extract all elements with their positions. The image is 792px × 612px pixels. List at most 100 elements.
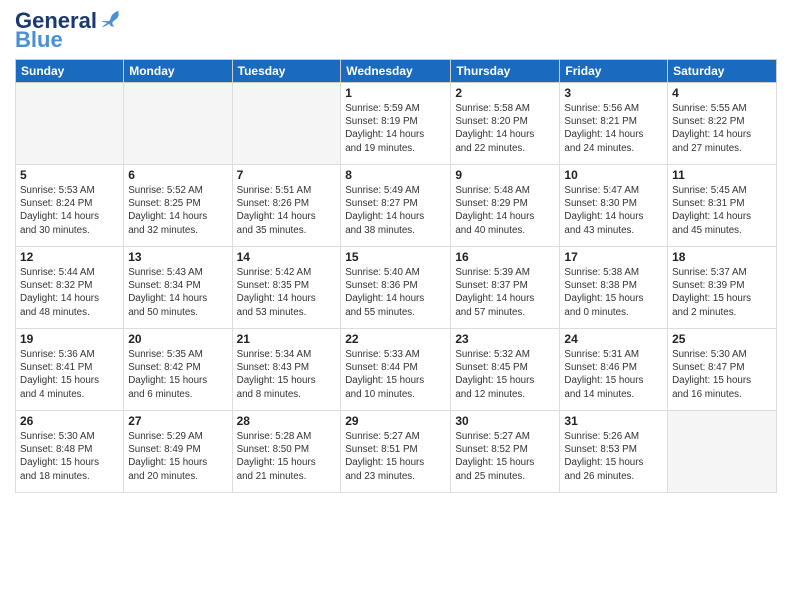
day-info: Sunrise: 5:43 AM Sunset: 8:34 PM Dayligh… <box>128 266 227 319</box>
table-row: 3 Sunrise: 5:56 AM Sunset: 8:21 PM Daylig… <box>560 83 668 165</box>
logo: General Blue <box>15 10 121 51</box>
day-number: 23 <box>455 332 555 346</box>
calendar-header-row: Sunday Monday Tuesday Wednesday Thursday… <box>16 60 777 83</box>
day-number: 2 <box>455 86 555 100</box>
day-info: Sunrise: 5:47 AM Sunset: 8:30 PM Dayligh… <box>564 184 663 237</box>
table-row: 12Sunrise: 5:44 AM Sunset: 8:32 PM Dayli… <box>16 247 124 329</box>
table-row: 15 Sunrise: 5:40 AM Sunset: 8:36 PM Dayli… <box>341 247 451 329</box>
calendar-week-row: 1 Sunrise: 5:59 AM Sunset: 8:19 PM Daylig… <box>16 83 777 165</box>
table-row: 2 Sunrise: 5:58 AM Sunset: 8:20 PM Daylig… <box>451 83 560 165</box>
day-number: 17 <box>564 250 663 264</box>
day-info: Sunrise: 5:38 AM Sunset: 8:38 PM Dayligh… <box>564 266 663 319</box>
day-info: Sunrise: 5:27 AM Sunset: 8:51 PM Dayligh… <box>345 430 446 483</box>
table-row: 19 Sunrise: 5:36 AM Sunset: 8:41 PM Dayli… <box>16 329 124 411</box>
table-row: 29 Sunrise: 5:27 AM Sunset: 8:51 PM Dayli… <box>341 411 451 493</box>
day-info: Sunrise: 5:49 AM Sunset: 8:27 PM Dayligh… <box>345 184 446 237</box>
day-number: 19 <box>20 332 119 346</box>
day-info: Sunrise: 5:36 AM Sunset: 8:41 PM Dayligh… <box>20 348 119 401</box>
col-friday: Friday <box>560 60 668 83</box>
table-row: 14Sunrise: 5:42 AM Sunset: 8:35 PM Dayli… <box>232 247 341 329</box>
day-number: 20 <box>128 332 227 346</box>
table-row: 17 Sunrise: 5:38 AM Sunset: 8:38 PM Dayli… <box>560 247 668 329</box>
page-container: General Blue Sunday Monday Tuesday Wedne… <box>0 0 792 498</box>
table-row <box>16 83 124 165</box>
calendar-table: Sunday Monday Tuesday Wednesday Thursday… <box>15 59 777 493</box>
day-info: Sunrise: 5:35 AM Sunset: 8:42 PM Dayligh… <box>128 348 227 401</box>
day-info: Sunrise: 5:30 AM Sunset: 8:47 PM Dayligh… <box>672 348 772 401</box>
day-number: 28 <box>237 414 337 428</box>
day-number: 9 <box>455 168 555 182</box>
col-wednesday: Wednesday <box>341 60 451 83</box>
day-number: 5 <box>20 168 119 182</box>
day-number: 15 <box>345 250 446 264</box>
day-info: Sunrise: 5:27 AM Sunset: 8:52 PM Dayligh… <box>455 430 555 483</box>
calendar-week-row: 19 Sunrise: 5:36 AM Sunset: 8:41 PM Dayli… <box>16 329 777 411</box>
day-info: Sunrise: 5:37 AM Sunset: 8:39 PM Dayligh… <box>672 266 772 319</box>
day-info: Sunrise: 5:28 AM Sunset: 8:50 PM Dayligh… <box>237 430 337 483</box>
table-row: 31Sunrise: 5:26 AM Sunset: 8:53 PM Dayli… <box>560 411 668 493</box>
day-info: Sunrise: 5:34 AM Sunset: 8:43 PM Dayligh… <box>237 348 337 401</box>
logo-bird-icon <box>99 8 121 30</box>
calendar-week-row: 12Sunrise: 5:44 AM Sunset: 8:32 PM Dayli… <box>16 247 777 329</box>
table-row: 22Sunrise: 5:33 AM Sunset: 8:44 PM Dayli… <box>341 329 451 411</box>
col-sunday: Sunday <box>16 60 124 83</box>
day-info: Sunrise: 5:53 AM Sunset: 8:24 PM Dayligh… <box>20 184 119 237</box>
day-info: Sunrise: 5:52 AM Sunset: 8:25 PM Dayligh… <box>128 184 227 237</box>
day-info: Sunrise: 5:55 AM Sunset: 8:22 PM Dayligh… <box>672 102 772 155</box>
day-number: 24 <box>564 332 663 346</box>
table-row: 21 Sunrise: 5:34 AM Sunset: 8:43 PM Dayli… <box>232 329 341 411</box>
day-info: Sunrise: 5:58 AM Sunset: 8:20 PM Dayligh… <box>455 102 555 155</box>
table-row <box>668 411 777 493</box>
table-row <box>232 83 341 165</box>
col-thursday: Thursday <box>451 60 560 83</box>
table-row: 30Sunrise: 5:27 AM Sunset: 8:52 PM Dayli… <box>451 411 560 493</box>
day-number: 6 <box>128 168 227 182</box>
table-row: 9Sunrise: 5:48 AM Sunset: 8:29 PM Daylig… <box>451 165 560 247</box>
table-row: 28 Sunrise: 5:28 AM Sunset: 8:50 PM Dayli… <box>232 411 341 493</box>
header: General Blue <box>15 10 777 51</box>
day-number: 4 <box>672 86 772 100</box>
table-row: 7 Sunrise: 5:51 AM Sunset: 8:26 PM Daylig… <box>232 165 341 247</box>
calendar-week-row: 5 Sunrise: 5:53 AM Sunset: 8:24 PM Daylig… <box>16 165 777 247</box>
table-row: 26 Sunrise: 5:30 AM Sunset: 8:48 PM Dayli… <box>16 411 124 493</box>
day-number: 8 <box>345 168 446 182</box>
day-info: Sunrise: 5:31 AM Sunset: 8:46 PM Dayligh… <box>564 348 663 401</box>
day-info: Sunrise: 5:33 AM Sunset: 8:44 PM Dayligh… <box>345 348 446 401</box>
table-row: 5 Sunrise: 5:53 AM Sunset: 8:24 PM Daylig… <box>16 165 124 247</box>
table-row: 4 Sunrise: 5:55 AM Sunset: 8:22 PM Daylig… <box>668 83 777 165</box>
day-number: 1 <box>345 86 446 100</box>
day-info: Sunrise: 5:51 AM Sunset: 8:26 PM Dayligh… <box>237 184 337 237</box>
day-number: 3 <box>564 86 663 100</box>
day-number: 11 <box>672 168 772 182</box>
day-number: 18 <box>672 250 772 264</box>
table-row: 6 Sunrise: 5:52 AM Sunset: 8:25 PM Daylig… <box>124 165 232 247</box>
day-info: Sunrise: 5:59 AM Sunset: 8:19 PM Dayligh… <box>345 102 446 155</box>
day-number: 16 <box>455 250 555 264</box>
table-row: 27Sunrise: 5:29 AM Sunset: 8:49 PM Dayli… <box>124 411 232 493</box>
table-row: 20 Sunrise: 5:35 AM Sunset: 8:42 PM Dayli… <box>124 329 232 411</box>
day-info: Sunrise: 5:32 AM Sunset: 8:45 PM Dayligh… <box>455 348 555 401</box>
table-row: 8 Sunrise: 5:49 AM Sunset: 8:27 PM Daylig… <box>341 165 451 247</box>
day-number: 12 <box>20 250 119 264</box>
day-info: Sunrise: 5:42 AM Sunset: 8:35 PM Dayligh… <box>237 266 337 319</box>
calendar-week-row: 26 Sunrise: 5:30 AM Sunset: 8:48 PM Dayli… <box>16 411 777 493</box>
day-number: 21 <box>237 332 337 346</box>
day-number: 25 <box>672 332 772 346</box>
day-number: 29 <box>345 414 446 428</box>
table-row: 10 Sunrise: 5:47 AM Sunset: 8:30 PM Dayli… <box>560 165 668 247</box>
day-info: Sunrise: 5:29 AM Sunset: 8:49 PM Dayligh… <box>128 430 227 483</box>
day-number: 26 <box>20 414 119 428</box>
table-row: 18 Sunrise: 5:37 AM Sunset: 8:39 PM Dayli… <box>668 247 777 329</box>
table-row: 13Sunrise: 5:43 AM Sunset: 8:34 PM Dayli… <box>124 247 232 329</box>
table-row <box>124 83 232 165</box>
day-number: 10 <box>564 168 663 182</box>
table-row: 25 Sunrise: 5:30 AM Sunset: 8:47 PM Dayli… <box>668 329 777 411</box>
table-row: 24 Sunrise: 5:31 AM Sunset: 8:46 PM Dayli… <box>560 329 668 411</box>
day-number: 7 <box>237 168 337 182</box>
day-info: Sunrise: 5:40 AM Sunset: 8:36 PM Dayligh… <box>345 266 446 319</box>
day-number: 31 <box>564 414 663 428</box>
day-info: Sunrise: 5:56 AM Sunset: 8:21 PM Dayligh… <box>564 102 663 155</box>
day-info: Sunrise: 5:30 AM Sunset: 8:48 PM Dayligh… <box>20 430 119 483</box>
col-saturday: Saturday <box>668 60 777 83</box>
col-tuesday: Tuesday <box>232 60 341 83</box>
